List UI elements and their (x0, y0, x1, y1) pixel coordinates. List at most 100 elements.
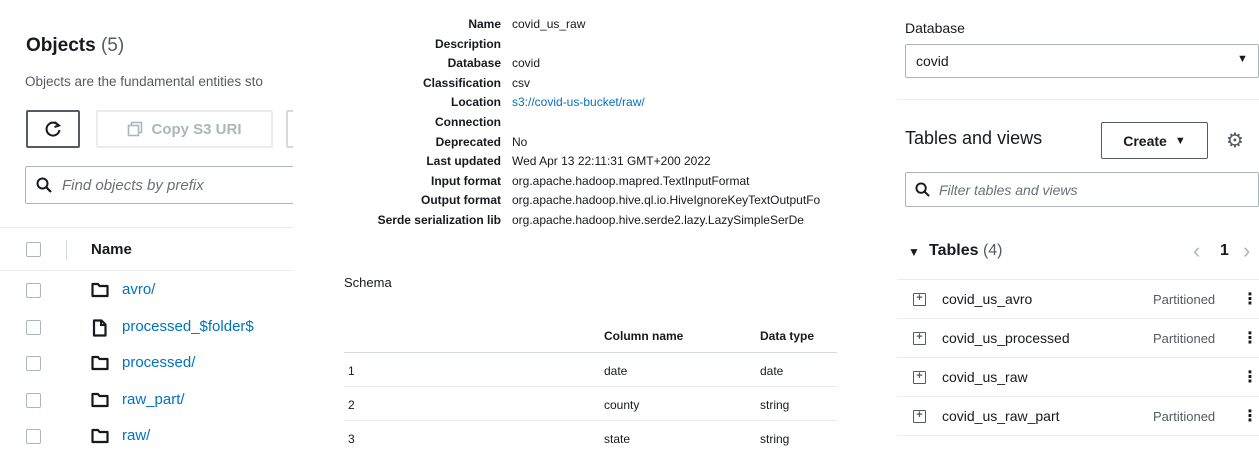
database-select-value: covid (916, 53, 949, 69)
row-checkbox[interactable] (26, 283, 41, 298)
row-checkbox[interactable] (26, 356, 41, 371)
objects-table-header: Name (0, 227, 293, 271)
property-value: No (512, 134, 528, 149)
athena-panel: Database covid ▼ Tables and views Create… (897, 0, 1259, 453)
tables-and-views-heading: Tables and views (905, 128, 1043, 148)
object-row[interactable]: raw/ (0, 419, 293, 453)
objects-title-text: Objects (26, 35, 96, 56)
filter-tables-input[interactable]: Filter tables and views (905, 172, 1259, 207)
page-number[interactable]: 1 (1220, 242, 1229, 260)
tables-label: Tables (4) (929, 242, 1003, 260)
file-icon (91, 318, 109, 337)
more-options-icon[interactable]: ⋮ (1242, 367, 1258, 387)
folder-icon (91, 282, 109, 298)
refresh-icon (45, 121, 62, 137)
more-actions-button[interactable] (286, 110, 293, 148)
copy-icon (128, 121, 143, 137)
object-row[interactable]: processed/ (0, 346, 293, 382)
schema-row: 3 state string (344, 421, 837, 453)
expand-icon[interactable]: + (913, 410, 926, 423)
object-link[interactable]: raw/ (122, 427, 150, 444)
previous-page-icon[interactable]: ‹ (1193, 238, 1200, 264)
property-value: org.apache.hadoop.hive.ql.io.HiveIgnoreK… (512, 193, 821, 208)
property-row: Serde serialization lib org.apache.hadoop… (337, 213, 887, 233)
row-checkbox[interactable] (26, 429, 41, 444)
object-link[interactable]: processed/ (122, 354, 195, 371)
row-checkbox[interactable] (26, 319, 41, 335)
filter-tables-placeholder: Filter tables and views (939, 181, 1078, 198)
location-link[interactable]: s3://covid-us-bucket/raw/ (512, 95, 645, 109)
table-name[interactable]: covid_us_processed (942, 330, 1070, 346)
column-index: 2 (348, 398, 355, 412)
gear-icon[interactable]: ⚙ (1226, 128, 1244, 153)
database-select[interactable]: covid ▼ (905, 44, 1259, 78)
property-row: Connection (337, 115, 887, 135)
property-key: Database (447, 56, 501, 71)
create-button-label: Create (1123, 132, 1167, 149)
caret-down-icon: ▼ (1174, 134, 1186, 147)
property-row: Database covid (337, 56, 887, 76)
table-list-item[interactable]: + covid_us_avro Partitioned ⋮ (897, 280, 1259, 319)
property-row: Location s3://covid-us-bucket/raw/ (337, 95, 887, 115)
row-checkbox[interactable] (26, 392, 41, 408)
property-key: Input format (431, 173, 501, 188)
column-name: date (604, 364, 628, 378)
objects-search-placeholder: Find objects by prefix (62, 176, 204, 194)
create-button[interactable]: Create ▼ (1101, 122, 1208, 159)
property-value: covid_us_raw (512, 17, 586, 31)
copy-s3-uri-label: Copy S3 URI (151, 120, 242, 138)
search-icon (915, 182, 930, 197)
property-value: org.apache.hadoop.mapred.TextInputFormat (512, 173, 750, 188)
table-name[interactable]: covid_us_avro (942, 291, 1032, 307)
expand-icon[interactable]: + (913, 293, 926, 306)
property-key: Connection (435, 115, 501, 129)
property-key: Deprecated (435, 134, 501, 149)
object-link[interactable]: avro/ (122, 281, 155, 298)
search-icon (36, 177, 52, 193)
table-name[interactable]: covid_us_raw (942, 369, 1028, 385)
table-list-item[interactable]: + covid_us_raw ⋮ (897, 358, 1259, 397)
tables-count: (4) (982, 242, 1003, 259)
table-list-item[interactable]: + covid_us_processed Partitioned ⋮ (897, 319, 1259, 358)
next-page-icon[interactable]: › (1243, 238, 1250, 264)
property-row: Description (337, 37, 887, 57)
object-row[interactable]: raw_part/ (0, 383, 293, 419)
column-name-header: Column name (604, 329, 684, 343)
partitioned-label: Partitioned (1153, 331, 1216, 346)
object-row[interactable]: avro/ (0, 273, 293, 309)
column-data-type: date (760, 364, 784, 378)
table-properties-panel: Name covid_us_raw Description Database covid… (337, 0, 887, 453)
more-options-icon[interactable]: ⋮ (1242, 406, 1258, 426)
more-options-icon[interactable]: ⋮ (1242, 289, 1258, 309)
folder-icon (91, 355, 109, 371)
table-name[interactable]: covid_us_raw_part (942, 408, 1060, 424)
expand-icon[interactable]: + (913, 371, 926, 384)
column-index: 3 (348, 432, 355, 446)
caret-down-icon: ▼ (1237, 53, 1248, 65)
property-row: Last updated Wed Apr 13 22:11:31 GMT+200 … (337, 154, 887, 174)
schema-table-header: Column name Data type (344, 318, 837, 353)
table-list-item[interactable]: + covid_us_raw_part Partitioned ⋮ (897, 397, 1259, 436)
objects-description: Objects are the fundamental entities sto (25, 74, 263, 89)
object-row[interactable]: processed_$folder$ (0, 310, 293, 346)
expand-icon[interactable]: + (913, 332, 926, 345)
partitioned-label: Partitioned (1153, 292, 1216, 307)
copy-s3-uri-button[interactable]: Copy S3 URI (96, 110, 273, 148)
name-column-header[interactable]: Name (91, 241, 132, 258)
more-options-icon[interactable]: ⋮ (1242, 328, 1258, 348)
refresh-button[interactable] (26, 110, 80, 148)
column-name: county (604, 398, 640, 412)
objects-search-input[interactable]: Find objects by prefix (25, 166, 293, 204)
object-link[interactable]: raw_part/ (122, 391, 185, 408)
select-all-checkbox[interactable] (26, 242, 41, 257)
s3-objects-panel: Objects (5) Objects are the fundamental … (0, 0, 293, 453)
tables-section-header[interactable]: ▼ Tables (4) ‹ 1 › (897, 230, 1259, 280)
objects-title: Objects (5) (26, 35, 124, 57)
partitioned-label: Partitioned (1153, 409, 1216, 424)
caret-down-icon[interactable]: ▼ (908, 245, 920, 259)
property-value: covid (512, 56, 541, 71)
object-link[interactable]: processed_$folder$ (122, 318, 254, 335)
property-key: Output format (421, 193, 501, 208)
column-data-type: string (760, 398, 790, 412)
property-value: Wed Apr 13 22:11:31 GMT+200 2022 (512, 154, 711, 169)
